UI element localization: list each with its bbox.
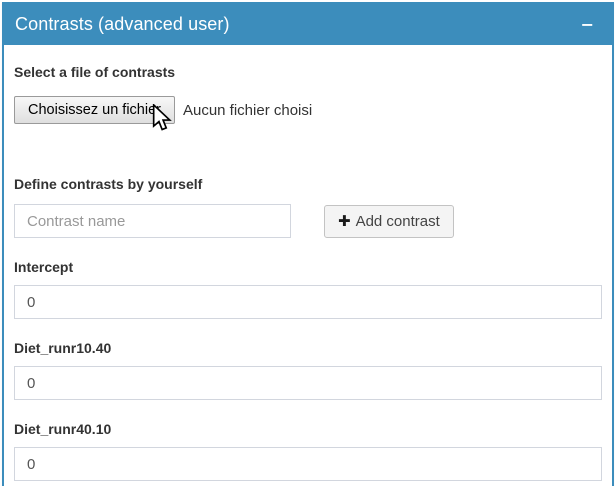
define-contrasts-label: Define contrasts by yourself — [14, 177, 602, 192]
page: Contrasts (advanced user) − Select a fil… — [0, 0, 616, 486]
contrasts-panel: Contrasts (advanced user) − Select a fil… — [2, 2, 614, 486]
intercept-input[interactable] — [14, 285, 602, 319]
file-input-label: Select a file of contrasts — [14, 65, 602, 80]
contrast-field-label: Diet_runr40.10 — [14, 422, 602, 437]
file-input-row: Choisissez un fichier Aucun fichier choi… — [14, 96, 602, 124]
contrast-field-diet-runr40-10: Diet_runr40.10 — [14, 422, 602, 481]
panel-title: Contrasts (advanced user) — [15, 14, 577, 35]
contrast-name-input[interactable] — [14, 204, 291, 238]
panel-header: Contrasts (advanced user) − — [4, 4, 612, 45]
choose-file-button[interactable]: Choisissez un fichier — [14, 96, 175, 124]
file-status-text: Aucun fichier choisi — [183, 102, 312, 119]
define-contrasts-group: Define contrasts by yourself ✚ Add contr… — [14, 177, 602, 238]
collapse-button[interactable]: − — [577, 15, 598, 35]
add-contrast-button[interactable]: ✚ Add contrast — [324, 205, 454, 238]
minus-icon: − — [581, 15, 594, 34]
diet-runr40-10-input[interactable] — [14, 447, 602, 481]
panel-body: Select a file of contrasts Choisissez un… — [4, 45, 612, 486]
contrast-field-diet-runr10-40: Diet_runr10.40 — [14, 341, 602, 400]
contrast-field-label: Diet_runr10.40 — [14, 341, 602, 356]
contrast-field-intercept: Intercept — [14, 260, 602, 319]
plus-icon: ✚ — [338, 212, 351, 230]
file-input-group: Select a file of contrasts Choisissez un… — [14, 65, 602, 124]
contrast-field-label: Intercept — [14, 260, 602, 275]
define-contrasts-row: ✚ Add contrast — [14, 204, 602, 238]
add-contrast-button-label: Add contrast — [356, 213, 440, 230]
diet-runr10-40-input[interactable] — [14, 366, 602, 400]
